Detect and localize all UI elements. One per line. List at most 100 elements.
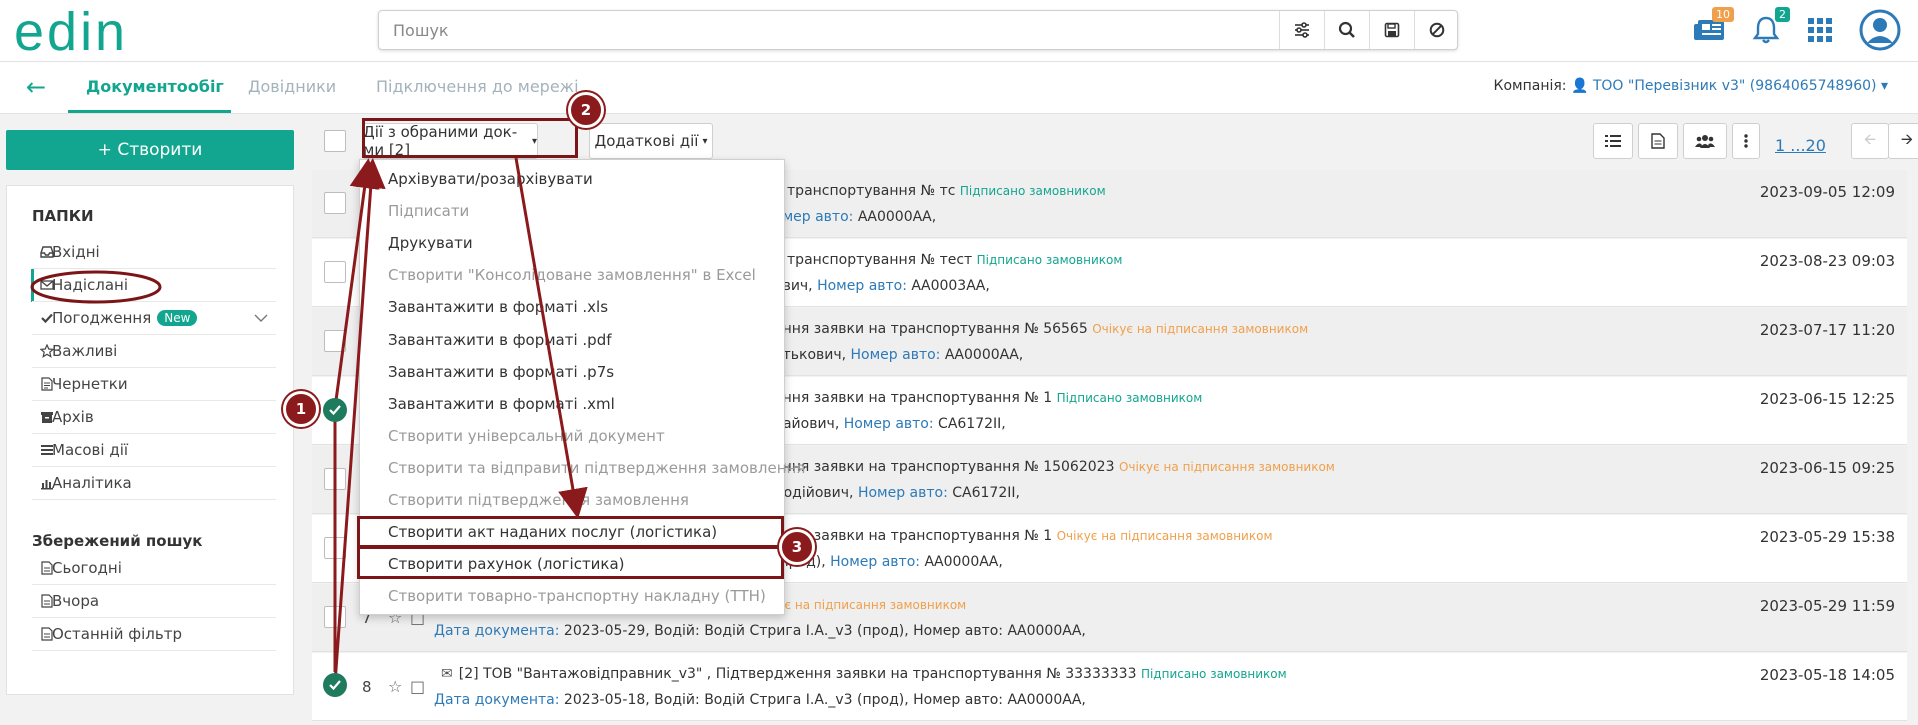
- row-checkbox[interactable]: [324, 537, 346, 559]
- row-detail-value: АА0000АА,: [857, 209, 937, 225]
- list-view-button[interactable]: [1593, 123, 1633, 159]
- row-detail-label: омер авто:: [774, 209, 854, 225]
- row-detail-value: СА6172ІІ,: [952, 485, 1020, 501]
- row-detail-value: АА0003АА,: [911, 278, 990, 294]
- more-options-button[interactable]: [1732, 123, 1760, 159]
- row-title[interactable]: ✉ [2] ТОВ "Вантажовідправник_v3" , Підтве…: [441, 666, 1287, 682]
- star-icon[interactable]: ☆: [388, 677, 402, 696]
- row-title[interactable]: ення заявки на транспортування № 1 Підпи…: [774, 390, 1202, 406]
- row-title-text: а транспортування № тс: [774, 183, 956, 199]
- menu-item[interactable]: Архівувати/розархівувати: [388, 170, 593, 188]
- menu-item[interactable]: Створити універсальний документ: [388, 427, 665, 445]
- prev-page-button[interactable]: 🡨: [1851, 123, 1889, 159]
- filter-settings-button[interactable]: [1279, 11, 1324, 49]
- row-title-text: ення заявки на транспортування № 1506202…: [774, 459, 1115, 475]
- menu-item[interactable]: Підписати: [388, 202, 469, 220]
- sidebar-item-mass-actions[interactable]: Масові дії: [32, 434, 276, 467]
- menu-item[interactable]: Створити "Консолідоване замовлення" в Ex…: [388, 266, 756, 284]
- row-details: омер авто: АА0000АА,: [774, 209, 936, 225]
- sidebar-item-label: Чернетки: [52, 375, 128, 393]
- row-checkbox[interactable]: [324, 261, 346, 283]
- sidebar-item-important[interactable]: Важливі: [32, 335, 276, 368]
- user-menu-button[interactable]: [1856, 6, 1904, 54]
- row-title[interactable]: а транспортування № тс Підписано замовни…: [774, 183, 1106, 199]
- saved-search-yesterday[interactable]: Вчора: [32, 585, 276, 618]
- news-button[interactable]: 10: [1688, 7, 1734, 52]
- row-title[interactable]: ення заявки на транспортування № 1 Очіку…: [774, 528, 1273, 544]
- caret-down-icon: ▾: [1880, 78, 1888, 94]
- back-arrow-icon[interactable]: ←: [26, 74, 46, 100]
- tab-documents[interactable]: Документообіг: [86, 77, 224, 97]
- sidebar-item-label: Надіслані: [52, 276, 129, 294]
- users-icon: [1695, 135, 1715, 148]
- row-checkbox[interactable]: [324, 606, 346, 628]
- news-count-badge: 10: [1712, 7, 1734, 22]
- menu-item[interactable]: Друкувати: [388, 234, 473, 252]
- sidebar-item-archive[interactable]: Архів: [32, 401, 276, 434]
- sliders-icon: [1295, 22, 1309, 38]
- tab-directories[interactable]: Довідники: [248, 77, 336, 97]
- inbox-icon: [40, 246, 54, 258]
- bookmark-icon[interactable]: □: [410, 677, 425, 696]
- row-detail-label: Дата документа:: [434, 692, 560, 708]
- caret-down-icon: ▾: [702, 135, 708, 147]
- row-detail-value: АА0000АА,: [924, 554, 1003, 570]
- envelope-open-icon: ✉: [441, 666, 453, 682]
- saved-search-last-filter[interactable]: Останній фільтр: [32, 618, 276, 651]
- sidebar-item-inbox[interactable]: Вхідні: [32, 236, 276, 269]
- chevron-down-icon[interactable]: [254, 314, 268, 323]
- select-all-checkbox[interactable]: [324, 130, 346, 152]
- menu-item[interactable]: Завантажити в форматі .xls: [388, 298, 608, 316]
- apps-button[interactable]: [1798, 8, 1842, 52]
- menu-item[interactable]: Створити підтвердження замовлення: [388, 491, 689, 509]
- vertical-dots-icon: [1744, 134, 1748, 148]
- sidebar-item-label: Погодження: [52, 309, 152, 327]
- extra-actions-dropdown[interactable]: Додаткові дії ▾: [589, 123, 713, 159]
- search-button[interactable]: [1324, 11, 1369, 49]
- row-date: 2023-06-15 09:25: [1759, 459, 1895, 477]
- row-checkbox[interactable]: [324, 192, 346, 214]
- grid-icon: [1808, 18, 1832, 42]
- menu-item[interactable]: Створити та відправити підтвердження зам…: [388, 459, 805, 477]
- company-selector[interactable]: Компанія: 👤 ТОО "Перевізник v3" (9864065…: [1494, 78, 1888, 94]
- highlight-actions-button: [362, 118, 578, 158]
- company-label: Компанія:: [1493, 78, 1567, 94]
- row-details: ович, Номер авто: АА0003АА,: [774, 278, 990, 294]
- row-title-text: ення заявки на транспортування № 1: [774, 528, 1053, 544]
- save-search-button[interactable]: [1369, 11, 1414, 49]
- row-checkbox[interactable]: [324, 330, 346, 352]
- row-title[interactable]: а транспортування № тест Підписано замов…: [774, 252, 1122, 268]
- row-checkbox[interactable]: [324, 468, 346, 490]
- menu-item[interactable]: Завантажити в форматі .xml: [388, 395, 615, 413]
- row-date: 2023-07-17 11:20: [1759, 321, 1895, 339]
- top-bar: edin 10 2: [0, 0, 1918, 62]
- clear-search-button[interactable]: [1414, 11, 1459, 49]
- row-title[interactable]: ення заявки на транспортування № 56565 О…: [774, 321, 1308, 337]
- menu-item[interactable]: Завантажити в форматі .p7s: [388, 363, 614, 381]
- sidebar-item-analytics[interactable]: Аналітика: [32, 467, 276, 500]
- sidebar-item-sent[interactable]: Надіслані: [32, 269, 276, 302]
- menu-item[interactable]: Завантажити в форматі .pdf: [388, 331, 612, 349]
- search-input[interactable]: [379, 11, 1289, 49]
- row-title[interactable]: ення заявки на транспортування № 1506202…: [774, 459, 1335, 475]
- tab-network-connection[interactable]: Підключення до мережі: [376, 77, 579, 97]
- table-row[interactable]: 8 ☆ □ ✉ [2] ТОВ "Вантажовідправник_v3" , Під…: [312, 653, 1907, 721]
- next-page-button[interactable]: 🡪: [1888, 123, 1918, 159]
- pagination-range[interactable]: 1 ...20: [1775, 136, 1826, 155]
- sidebar-item-approvals[interactable]: Погодження New: [32, 302, 276, 335]
- menu-item[interactable]: Створити товарно-транспортну накладну (Т…: [388, 587, 766, 605]
- create-document-button[interactable]: + Створити: [6, 130, 294, 170]
- notifications-button[interactable]: 2: [1744, 7, 1790, 52]
- group-view-button[interactable]: [1683, 123, 1727, 159]
- document-view-button[interactable]: [1638, 123, 1678, 159]
- row-detail-label: Номер авто:: [850, 347, 941, 363]
- callout-2: 2: [568, 92, 604, 128]
- saved-search-today[interactable]: Сьогодні: [32, 552, 276, 585]
- edin-logo[interactable]: edin: [14, 4, 128, 60]
- active-tab-underline: [68, 110, 231, 113]
- draft-icon: [41, 377, 53, 391]
- sidebar-item-drafts[interactable]: Чернетки: [32, 368, 276, 401]
- sidebar-item-label: Важливі: [52, 342, 118, 360]
- floppy-icon: [1384, 22, 1400, 38]
- row-detail-value: 2023-05-18, Водій: Водій Стрига І.А._v3 …: [563, 692, 1086, 708]
